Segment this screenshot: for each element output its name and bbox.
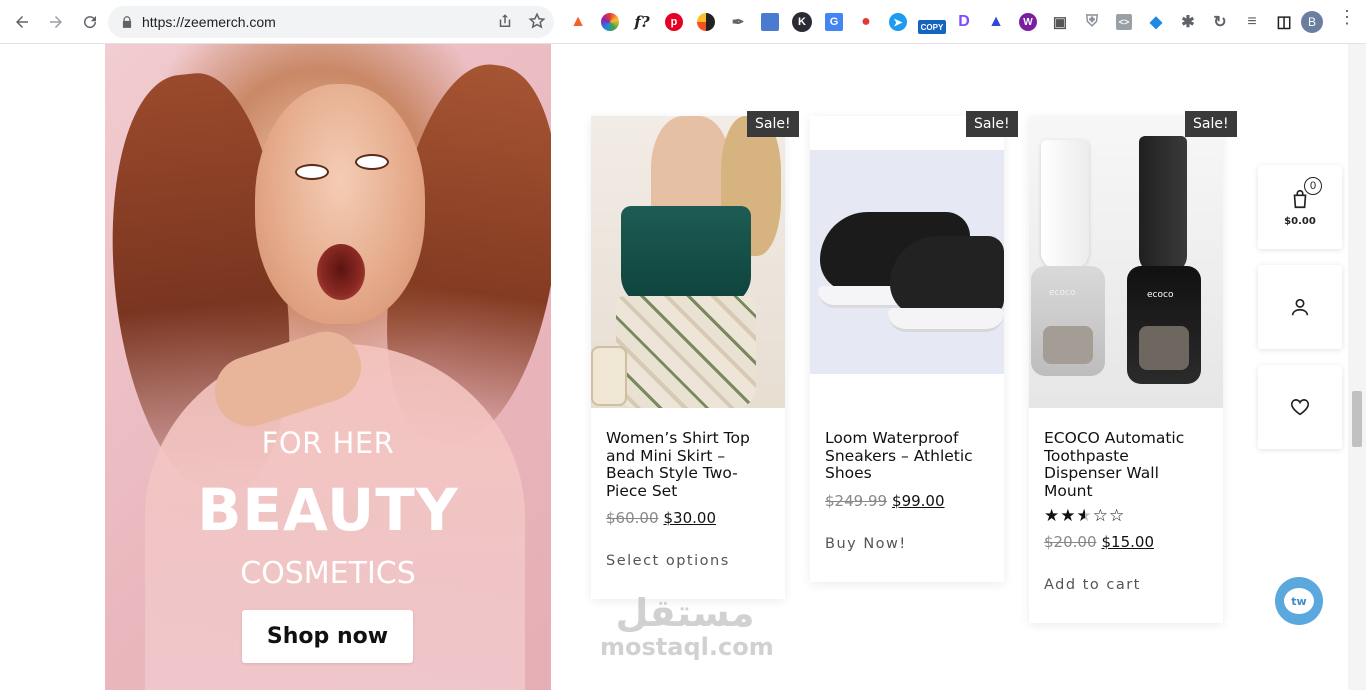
old-price: $249.99	[825, 491, 888, 510]
old-price: $20.00	[1044, 533, 1097, 551]
buy-now-button[interactable]: Buy Now!	[825, 536, 989, 582]
sale-price: $99.00	[892, 491, 945, 510]
shield-icon[interactable]: ⛨	[1080, 10, 1104, 34]
product-image-bag	[591, 346, 627, 406]
product-card[interactable]: Loom Waterproof Sneakers – Athletic Shoe…	[810, 116, 1004, 582]
cart-total: $0.00	[1284, 215, 1316, 227]
sale-price: $30.00	[663, 509, 717, 527]
cart-widget[interactable]: 0 $0.00	[1258, 165, 1342, 249]
pinterest-icon[interactable]: p	[665, 13, 683, 31]
old-price: $60.00	[606, 509, 659, 527]
calendar-icon[interactable]	[761, 13, 779, 31]
menu-dots-icon[interactable]: ⋮	[1338, 8, 1356, 26]
watermark: مستقل mostaql.com	[600, 591, 774, 661]
chat-icon: tw	[1284, 588, 1314, 614]
hero-title: BEAUTY	[197, 476, 459, 544]
hero-banner: FOR HER BEAUTY COSMETICS Shop now	[105, 44, 551, 690]
watermark-arabic: مستقل	[615, 591, 755, 635]
sale-badge: Sale!	[747, 111, 799, 137]
refresh-icon[interactable]: ↻	[1208, 10, 1232, 34]
star-half-icon: ★	[1076, 506, 1093, 525]
product-card[interactable]: ecoco ecoco ECOCO Automatic Toothpaste D…	[1029, 116, 1223, 623]
product-price: $249.99 $99.00	[825, 492, 989, 510]
hero-image-mouth	[317, 244, 365, 300]
hero-subtitle-2: COSMETICS	[240, 556, 416, 591]
page-viewport: FOR HER BEAUTY COSMETICS Shop now Women’…	[0, 44, 1366, 690]
scrollbar-thumb[interactable]	[1352, 391, 1362, 447]
diamond-icon[interactable]: ◆	[1144, 10, 1168, 34]
fire-icon[interactable]: ▲	[566, 10, 590, 34]
browser-toolbar: https://zeemerch.com ▲ f? p ✒ K G ● ➤ CO…	[0, 0, 1366, 44]
product-image-brand: ecoco	[1147, 290, 1174, 300]
hero-image-eye	[295, 164, 329, 180]
copy-icon[interactable]: COPY	[918, 20, 946, 34]
product-price: $20.00 $15.00	[1044, 533, 1208, 551]
page-scrollbar[interactable]	[1348, 44, 1366, 690]
product-image-sole	[888, 308, 1004, 332]
extensions-bar: ▲ f? p ✒ K G ● ➤ COPY D ▲ W ▣ ⛨ <> ◆ ✱ ↻…	[566, 10, 1304, 34]
queue-icon[interactable]: ≡	[1240, 10, 1264, 34]
product-image[interactable]	[810, 116, 1004, 408]
chat-button[interactable]: tw	[1275, 577, 1323, 625]
profile-avatar[interactable]: B	[1301, 11, 1323, 33]
product-image-shoe	[890, 236, 1004, 316]
product-image[interactable]: ecoco ecoco	[1029, 116, 1223, 408]
hero-subtitle: FOR HER	[261, 426, 395, 460]
font-icon[interactable]: f?	[630, 10, 654, 34]
hero-image-eye	[355, 154, 389, 170]
back-icon[interactable]	[6, 6, 38, 38]
wishlist-widget[interactable]	[1258, 365, 1342, 449]
lock-icon[interactable]	[120, 15, 134, 29]
account-widget[interactable]	[1258, 265, 1342, 349]
product-image-tube	[1041, 140, 1089, 270]
watermark-latin: mostaql.com	[600, 633, 774, 661]
translate-icon[interactable]: G	[825, 13, 843, 31]
shop-now-button[interactable]: Shop now	[242, 610, 413, 663]
product-price: $60.00 $30.00	[606, 509, 770, 527]
w-icon[interactable]: W	[1019, 13, 1037, 31]
star-full-icon: ★	[1044, 506, 1061, 525]
product-image-tube	[1139, 136, 1187, 274]
product-card[interactable]: Women’s Shirt Top and Mini Skirt – Beach…	[591, 116, 785, 599]
product-title[interactable]: Loom Waterproof Sneakers – Athletic Shoe…	[825, 429, 989, 483]
color-drop-icon[interactable]	[697, 13, 715, 31]
star-empty-icon: ☆	[1109, 506, 1126, 525]
sale-badge: Sale!	[966, 111, 1018, 137]
address-bar[interactable]: https://zeemerch.com	[108, 6, 554, 38]
product-image-skirt	[616, 296, 756, 408]
puzzle-icon[interactable]: ✱	[1176, 10, 1200, 34]
code-icon[interactable]: <>	[1116, 14, 1132, 30]
camera-icon[interactable]: ▣	[1048, 10, 1072, 34]
product-title[interactable]: ECOCO Automatic Toothpaste Dispenser Wal…	[1044, 429, 1208, 500]
product-image[interactable]	[591, 116, 785, 408]
user-icon	[1291, 298, 1309, 316]
bookmark-star-icon[interactable]	[528, 12, 546, 30]
star-rating: ★★★☆☆	[1044, 506, 1208, 525]
k-icon[interactable]: K	[792, 12, 812, 32]
sale-badge: Sale!	[1185, 111, 1237, 137]
product-image-top	[621, 206, 751, 306]
color-wheel-icon[interactable]	[601, 13, 619, 31]
product-title[interactable]: Women’s Shirt Top and Mini Skirt – Beach…	[606, 429, 770, 500]
sidebar-icon[interactable]: ◫	[1272, 10, 1296, 34]
product-image-brand: ecoco	[1049, 288, 1076, 298]
url-text[interactable]: https://zeemerch.com	[142, 14, 276, 30]
product-image-window	[1043, 326, 1093, 364]
triangle-icon[interactable]: ▲	[984, 10, 1008, 34]
dropper-icon[interactable]: ✒	[726, 10, 750, 34]
arrow-icon[interactable]: ➤	[889, 13, 907, 31]
reload-icon[interactable]	[74, 6, 106, 38]
sale-price: $15.00	[1101, 533, 1155, 551]
paint-icon[interactable]: ●	[854, 10, 878, 34]
cart-count-badge: 0	[1304, 177, 1322, 195]
forward-icon[interactable]	[40, 6, 72, 38]
heart-icon	[1290, 399, 1310, 416]
d-icon[interactable]: D	[952, 10, 976, 34]
add-to-cart-button[interactable]: Add to cart	[1044, 577, 1208, 623]
star-empty-icon: ☆	[1092, 506, 1109, 525]
star-full-icon: ★	[1060, 506, 1077, 525]
product-image-window	[1139, 326, 1189, 370]
share-icon[interactable]	[496, 12, 514, 30]
